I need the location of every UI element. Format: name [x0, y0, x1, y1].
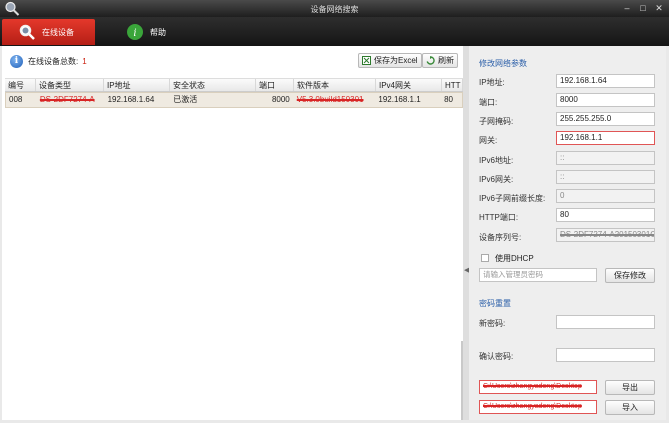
section-modify-network: 修改网络参数 [479, 59, 527, 68]
cell-ip: 192.168.1.64 [107, 95, 155, 104]
export-button[interactable]: 导出 [605, 380, 655, 395]
save-changes-button[interactable]: 保存修改 [605, 268, 655, 283]
device-table: 编号 设备类型 IP地址 安全状态 端口 软件版本 IPv4网关 HTT 008… [5, 78, 463, 108]
gateway-input[interactable]: 192.168.1.1 [556, 131, 655, 145]
cell-index: 008 [9, 95, 23, 104]
subnet-mask-input[interactable]: 255.255.255.0 [556, 112, 655, 126]
import-path-input[interactable]: C:\Users\zhangyadong\Desktop ... [479, 400, 597, 414]
cell-http: 80 [444, 95, 453, 104]
gateway-label: 网关: [479, 136, 498, 145]
cell-version-redacted: V5.3.0build150301 [296, 95, 364, 104]
port-label: 端口: [479, 98, 498, 107]
col-header-gateway[interactable]: IPv4网关 [376, 79, 442, 91]
svg-text:i: i [133, 28, 136, 39]
col-header-status[interactable]: 安全状态 [170, 79, 256, 91]
device-count-bar: i 在线设备总数: 1 [10, 54, 87, 68]
import-button[interactable]: 导入 [605, 400, 655, 415]
ip-label: IP地址: [479, 78, 505, 87]
col-header-ip[interactable]: IP地址 [104, 79, 170, 91]
ipv6-prefix-label: IPv6子网前缀长度: [479, 194, 546, 203]
admin-password-input[interactable]: 请输入管理员密码 [479, 268, 597, 282]
tab-help-label: 帮助 [150, 27, 166, 37]
device-list-pane: i 在线设备总数: 1 保存为Excel 刷新 编号 设备类型 IP地址 安全状… [2, 46, 465, 420]
cell-status: 已激活 [173, 95, 198, 104]
settings-pane: 修改网络参数 IP地址: 192.168.1.64 端口: 8000 子网掩码:… [469, 46, 666, 420]
tab-bar: 在线设备 i 帮助 [0, 17, 669, 46]
ip-input[interactable]: 192.168.1.64 [556, 74, 655, 88]
import-path-redacted: C:\Users\zhangyadong\Desktop [483, 403, 582, 410]
excel-icon [362, 56, 371, 65]
col-header-index[interactable]: 编号 [5, 79, 36, 91]
ipv6-prefix-input[interactable]: 0 [556, 189, 655, 203]
maximize-button[interactable]: □ [637, 2, 649, 14]
title-bar: 设备网络搜索 – □ ✕ [0, 0, 669, 17]
device-count-value: 1 [82, 56, 87, 66]
col-header-type[interactable]: 设备类型 [36, 79, 104, 91]
device-count-label: 在线设备总数: [28, 56, 79, 66]
refresh-label: 刷新 [438, 56, 454, 65]
cell-gateway: 192.168.1.1 [378, 95, 421, 104]
confirm-password-input[interactable] [556, 348, 655, 362]
ipv6-gateway-input[interactable]: :: [556, 170, 655, 184]
refresh-button[interactable]: 刷新 [422, 53, 458, 68]
col-header-http[interactable]: HTT [442, 79, 463, 91]
export-excel-button[interactable]: 保存为Excel [358, 53, 422, 68]
cell-port: 8000 [271, 95, 290, 104]
ipv6-address-label: IPv6地址: [479, 156, 514, 165]
http-port-label: HTTP端口: [479, 213, 519, 222]
col-header-version[interactable]: 软件版本 [294, 79, 376, 91]
subnet-mask-label: 子网掩码: [479, 117, 514, 126]
tab-online-devices[interactable]: 在线设备 [2, 19, 95, 45]
window-title: 设备网络搜索 [310, 5, 359, 14]
export-excel-label: 保存为Excel [374, 56, 418, 65]
info-icon: i [10, 54, 23, 68]
cell-type-redacted: DS-2DF7274-A [39, 95, 95, 104]
port-input[interactable]: 8000 [556, 93, 655, 107]
col-header-port[interactable]: 端口 [256, 79, 294, 91]
export-path-redacted: C:\Users\zhangyadong\Desktop [483, 383, 582, 390]
ipv6-gateway-label: IPv6网关: [479, 175, 514, 184]
dhcp-checkbox[interactable] [481, 254, 489, 262]
dhcp-label: 使用DHCP [495, 254, 534, 263]
confirm-password-label: 确认密码: [479, 352, 514, 361]
close-button[interactable]: ✕ [653, 2, 665, 14]
export-path-input[interactable]: C:\Users\zhangyadong\Desktop ... [479, 380, 597, 394]
info-icon: i [127, 24, 143, 40]
serial-label: 设备序列号: [479, 233, 522, 242]
new-password-label: 新密码: [479, 319, 506, 328]
magnifier-icon [19, 24, 35, 40]
table-row[interactable]: 008 DS-2DF7274-A 192.168.1.64 已激活 8000 V… [5, 92, 463, 108]
new-password-input[interactable] [556, 315, 655, 329]
minimize-button[interactable]: – [621, 2, 633, 14]
table-header: 编号 设备类型 IP地址 安全状态 端口 软件版本 IPv4网关 HTT [5, 78, 463, 92]
tab-online-label: 在线设备 [42, 27, 74, 37]
collapse-arrow-icon[interactable]: ◀ [464, 266, 469, 276]
ipv6-address-input[interactable]: :: [556, 151, 655, 165]
section-password-reset: 密码重置 [479, 299, 511, 308]
tab-help[interactable]: i 帮助 [122, 19, 192, 45]
http-port-input[interactable]: 80 [556, 208, 655, 222]
refresh-icon [426, 56, 435, 65]
serial-input-redacted[interactable]: DS-2DF7274-A20150301CCWR [556, 228, 655, 242]
